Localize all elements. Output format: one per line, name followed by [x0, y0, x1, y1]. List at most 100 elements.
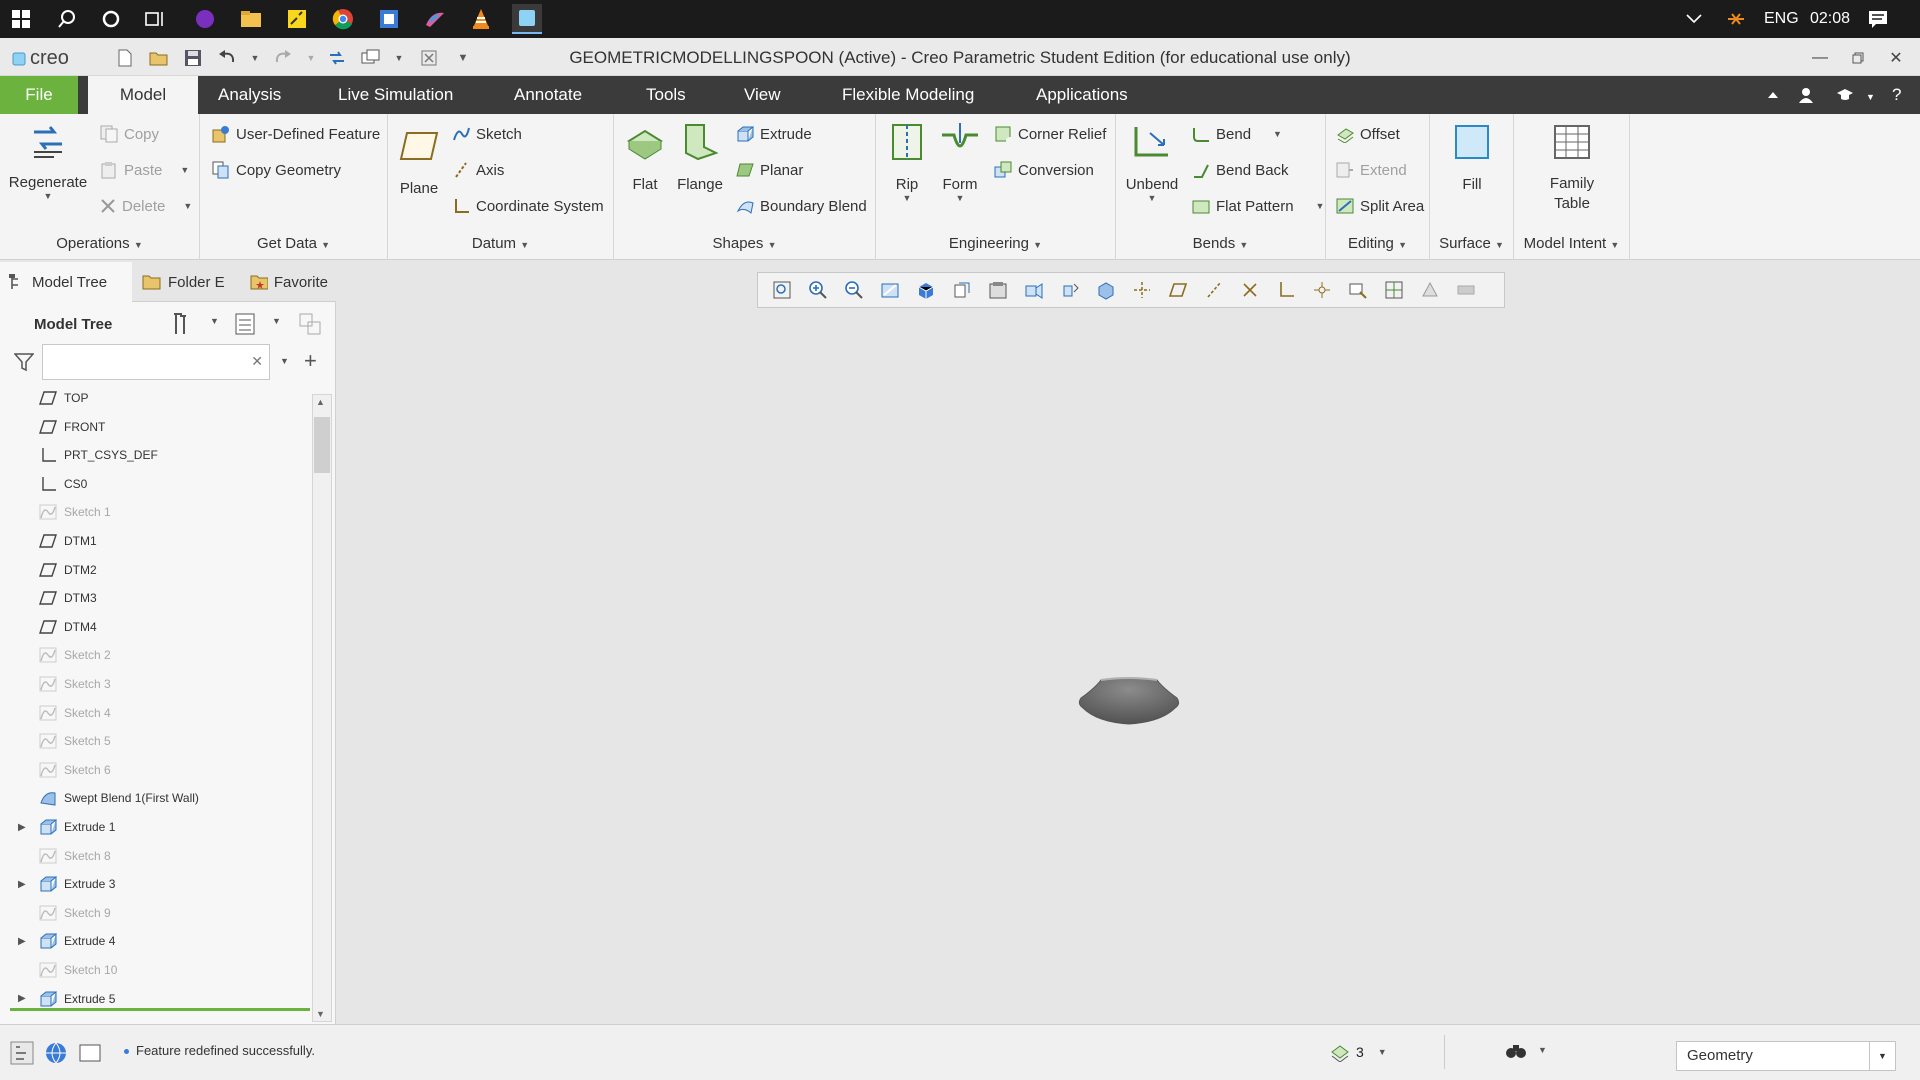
tab-live-simulation[interactable]: Live Simulation [324, 76, 467, 114]
full-screen-icon[interactable] [78, 1041, 102, 1065]
paint-icon[interactable] [420, 4, 450, 34]
zoom-out-icon[interactable] [838, 275, 870, 305]
tab-annotate[interactable]: Annotate [500, 76, 596, 114]
group-label-model-intent[interactable]: Model Intent ▼ [1514, 235, 1629, 252]
tab-flexible-modeling[interactable]: Flexible Modeling [828, 76, 988, 114]
tree-item[interactable]: Sketch 1 [0, 498, 310, 526]
expand-arrow-icon[interactable]: ▶ [18, 993, 26, 1004]
group-label-shapes[interactable]: Shapes ▼ [614, 235, 875, 252]
tab-favorites[interactable]: Favorite [242, 262, 336, 302]
graphics-toolbar-more-icon[interactable] [1450, 275, 1482, 305]
tree-search-input[interactable]: ✕ [42, 344, 270, 380]
tree-item[interactable]: PRT_CSYS_DEF [0, 441, 310, 469]
corner-relief-button[interactable]: Corner Relief [994, 122, 1106, 146]
tree-item[interactable]: DTM4 [0, 613, 310, 641]
unbend-button[interactable]: Unbend ▼ [1124, 120, 1180, 203]
delete-button[interactable]: Delete ▼ [100, 194, 192, 218]
group-label-operations[interactable]: Operations ▼ [0, 235, 199, 252]
offset-button[interactable]: Offset [1336, 122, 1400, 146]
vlc-icon[interactable] [466, 4, 496, 34]
boundary-blend-button[interactable]: Boundary Blend [736, 194, 867, 218]
copy-geometry-button[interactable]: Copy Geometry [212, 158, 341, 182]
task-view-icon[interactable] [140, 4, 170, 34]
show-columns-icon[interactable] [234, 312, 256, 336]
bend-button[interactable]: Bend ▼ [1192, 122, 1282, 146]
planar-button[interactable]: Planar [736, 158, 803, 182]
bend-back-button[interactable]: Bend Back [1192, 158, 1289, 182]
search-dropdown[interactable]: ▼ [280, 356, 289, 366]
tree-item[interactable]: ▶ Extrude 1 [0, 813, 310, 841]
user-defined-feature-button[interactable]: User-Defined Feature [212, 122, 380, 146]
find-dropdown[interactable]: ▼ [1538, 1045, 1547, 1055]
csys-display-icon[interactable] [1270, 275, 1302, 305]
display-style-icon[interactable] [910, 275, 942, 305]
perspective-view-icon[interactable] [1018, 275, 1050, 305]
tab-analysis[interactable]: Analysis [204, 76, 295, 114]
tree-item[interactable]: Sketch 6 [0, 756, 310, 784]
flat-button[interactable]: Flat [622, 120, 668, 193]
tree-item[interactable]: FRONT [0, 413, 310, 441]
language-indicator[interactable]: ENG [1764, 0, 1799, 38]
sketcher-display-icon[interactable] [1414, 275, 1446, 305]
repaint-icon[interactable] [874, 275, 906, 305]
search-icon[interactable] [52, 4, 82, 34]
rip-button[interactable]: Rip ▼ [884, 120, 930, 203]
show-hidden-icons[interactable] [1686, 0, 1702, 38]
scroll-down-icon[interactable]: ▼ [316, 1009, 325, 1019]
learning-icon[interactable] [1836, 76, 1854, 114]
cortana-icon[interactable] [96, 4, 126, 34]
tab-folder-browser[interactable]: Folder E [134, 262, 242, 302]
fill-button[interactable]: Fill [1444, 120, 1500, 193]
extrude-button[interactable]: Extrude [736, 122, 812, 146]
filter-dropdown-icon[interactable]: ▼ [1869, 1042, 1895, 1070]
paste-button[interactable]: Paste ▼ [100, 158, 189, 182]
coordinate-system-button[interactable]: Coordinate System [452, 194, 604, 218]
tree-item[interactable]: Sketch 3 [0, 670, 310, 698]
collapse-ribbon-icon[interactable] [1766, 76, 1780, 114]
tab-tools[interactable]: Tools [632, 76, 700, 114]
tree-item[interactable]: CS0 [0, 470, 310, 498]
regenerate-button[interactable]: Regenerate ▼ [8, 120, 88, 201]
group-label-surface[interactable]: Surface ▼ [1430, 235, 1513, 252]
sketch-button[interactable]: Sketch [452, 122, 522, 146]
split-area-button[interactable]: Split Area [1336, 194, 1424, 218]
appearance-icon[interactable] [1378, 275, 1410, 305]
annotation-display-icon[interactable] [1090, 275, 1122, 305]
view-manager-icon[interactable] [982, 275, 1014, 305]
restore-button[interactable] [1846, 46, 1870, 70]
saved-orientations-icon[interactable] [946, 275, 978, 305]
tree-filter-disabled-icon[interactable] [298, 312, 322, 336]
network-icon[interactable] [1726, 0, 1746, 38]
options-dropdown-icon[interactable]: ▼ [1866, 76, 1875, 114]
show-dropdown[interactable]: ▼ [272, 316, 281, 326]
expand-arrow-icon[interactable]: ▶ [18, 822, 26, 833]
tree-item[interactable]: Sketch 9 [0, 899, 310, 927]
tree-item[interactable]: ▶ Extrude 4 [0, 927, 310, 955]
find-icon[interactable] [1504, 1039, 1528, 1063]
tree-item[interactable]: Sketch 10 [0, 956, 310, 984]
creo-taskbar-icon[interactable] [512, 4, 542, 34]
tab-model-tree[interactable]: Model Tree [0, 262, 132, 302]
close-button[interactable]: ✕ [1884, 46, 1908, 70]
group-label-get-data[interactable]: Get Data ▼ [200, 235, 387, 252]
file-explorer-icon[interactable] [236, 4, 266, 34]
group-label-engineering[interactable]: Engineering ▼ [876, 235, 1115, 252]
tree-item[interactable]: Sketch 4 [0, 699, 310, 727]
spin-center-icon[interactable] [1054, 275, 1086, 305]
axis-button[interactable]: Axis [452, 158, 504, 182]
app-blue-icon[interactable] [374, 4, 404, 34]
browser-toggle-icon[interactable] [44, 1041, 68, 1065]
tree-settings-dropdown[interactable]: ▼ [210, 316, 219, 326]
tree-item[interactable]: DTM1 [0, 527, 310, 555]
chrome-icon[interactable] [328, 4, 358, 34]
annotation-toggle-icon[interactable] [1342, 275, 1374, 305]
plane-button[interactable]: Plane [394, 124, 444, 197]
tree-item[interactable]: Swept Blend 1(First Wall) [0, 784, 310, 812]
point-display-icon[interactable] [1234, 275, 1266, 305]
app-purple-icon[interactable] [190, 4, 220, 34]
user-icon[interactable] [1798, 76, 1814, 114]
axis-display-icon[interactable] [1198, 275, 1230, 305]
extend-button[interactable]: Extend [1336, 158, 1407, 182]
filter-icon[interactable] [14, 352, 34, 372]
conversion-button[interactable]: Conversion [994, 158, 1094, 182]
